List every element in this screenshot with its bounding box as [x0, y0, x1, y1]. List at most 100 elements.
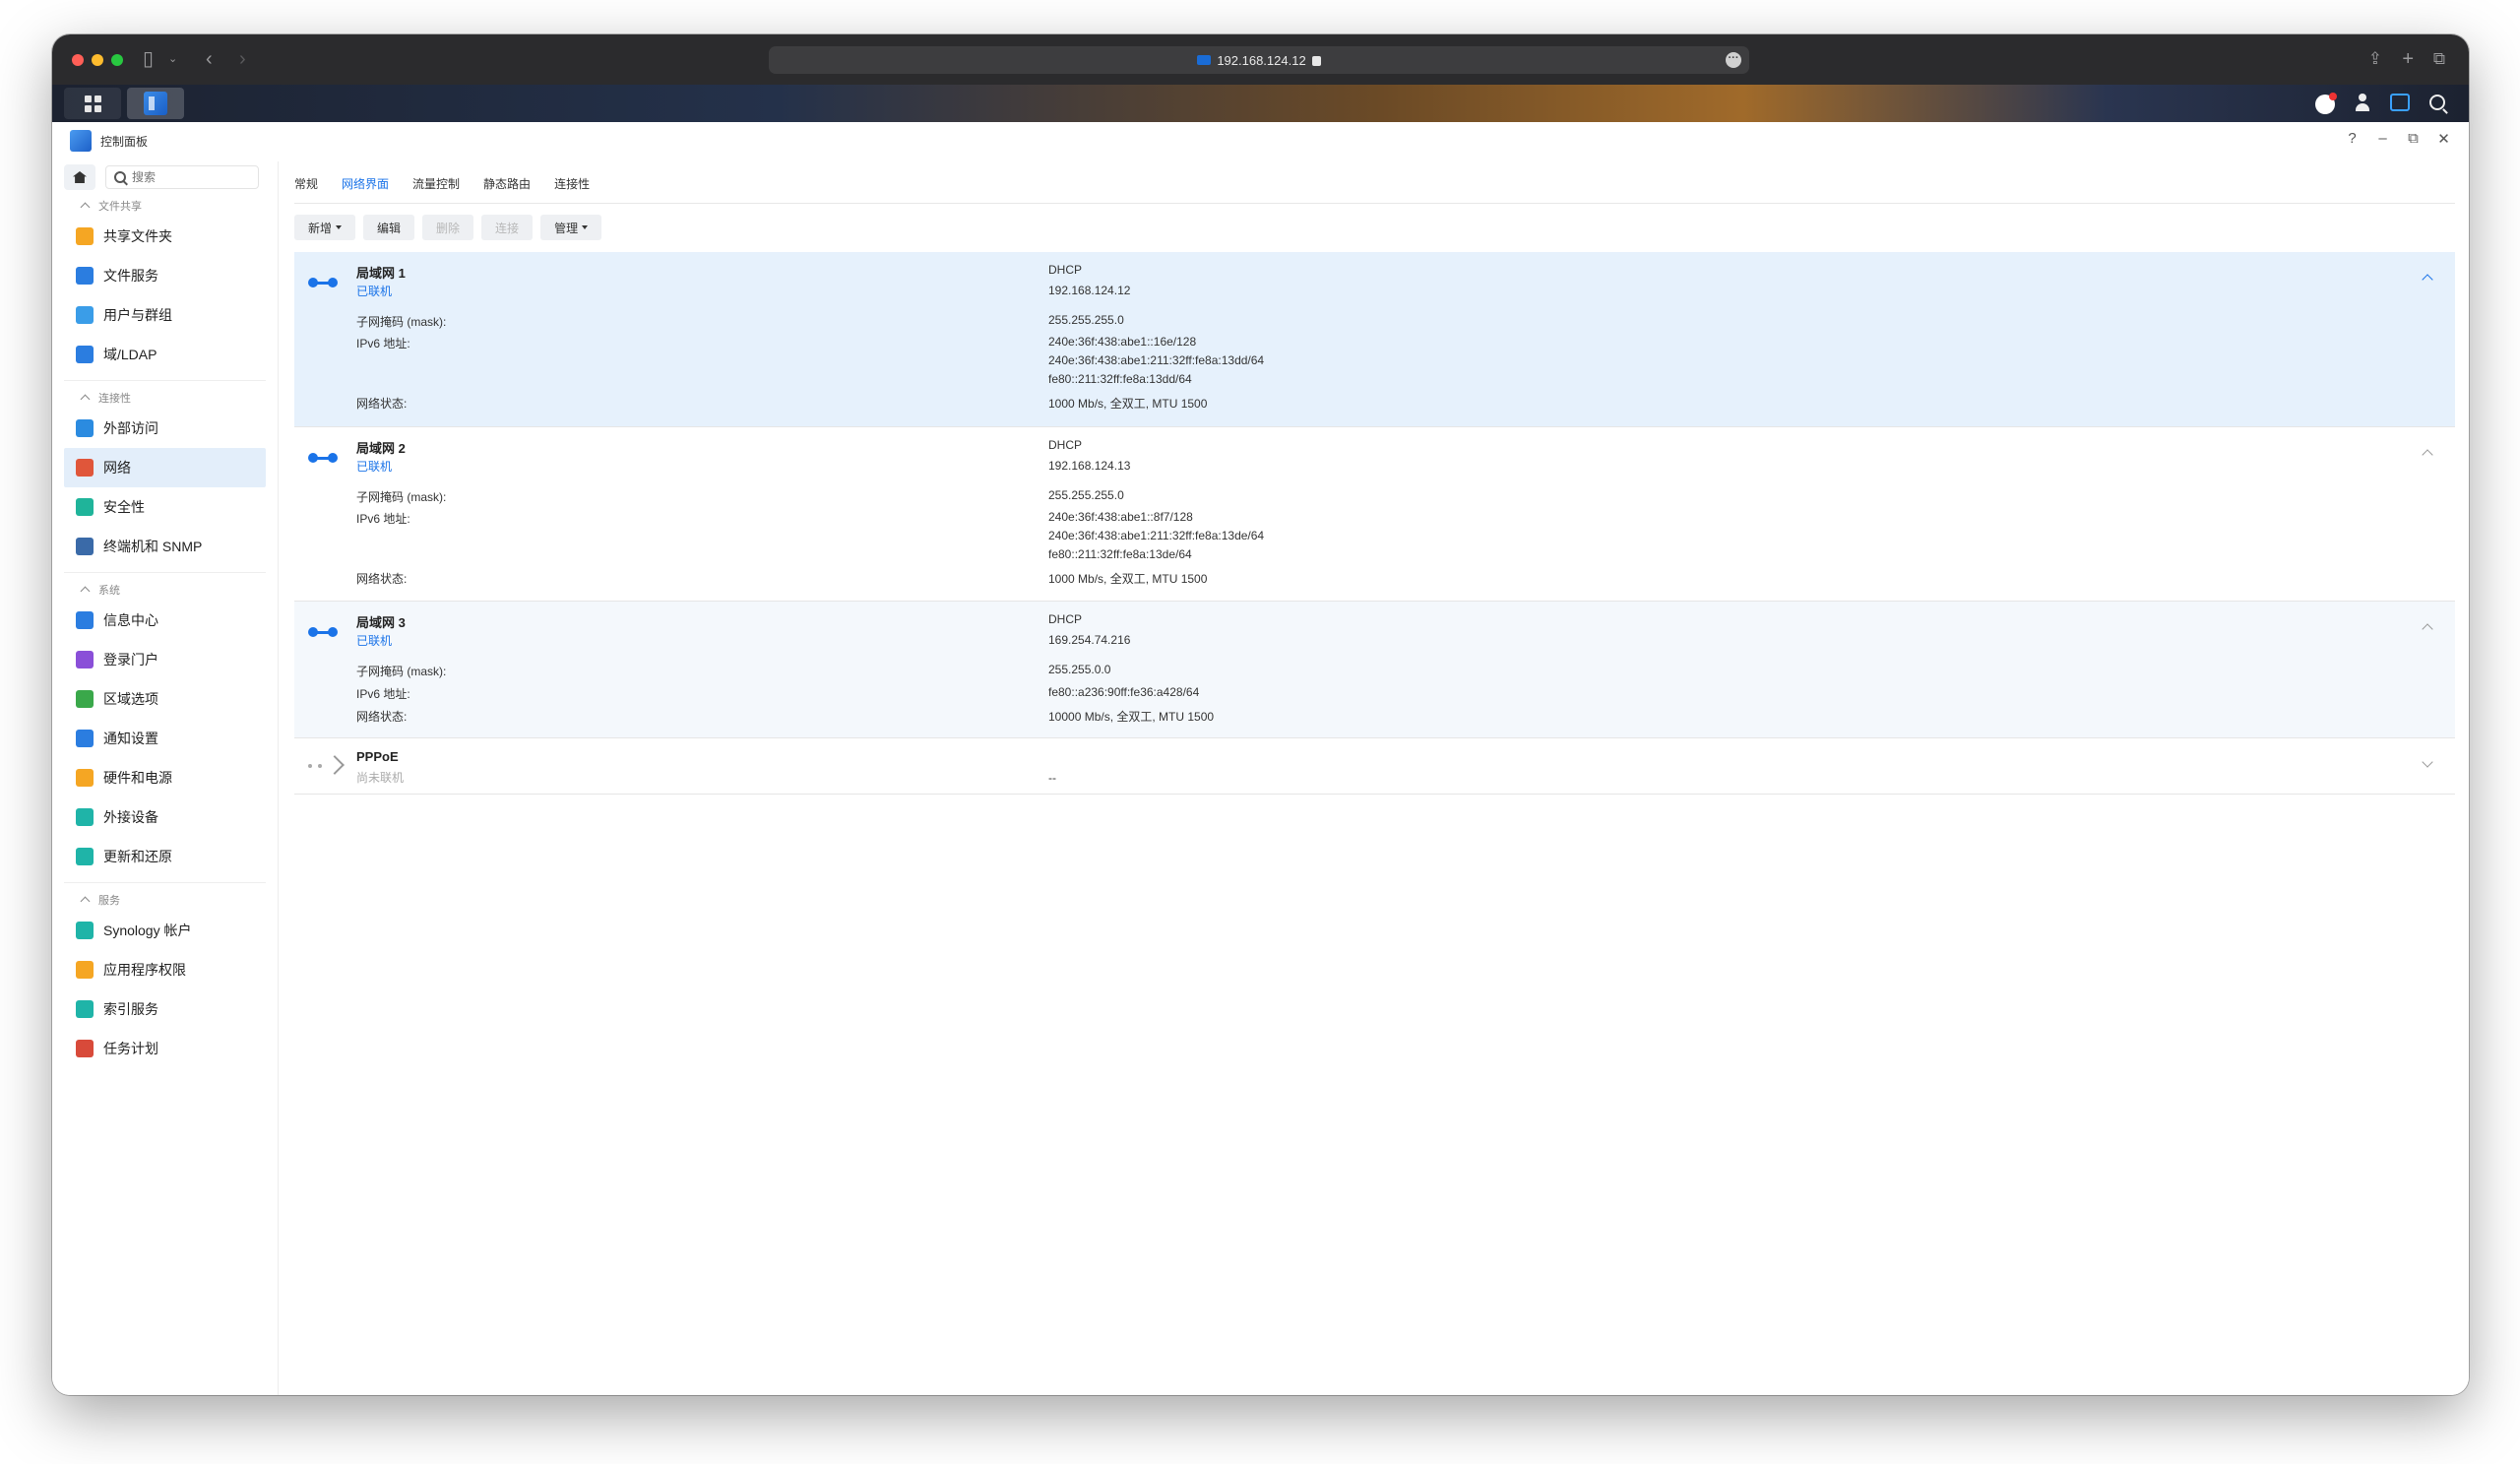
interface-row-lan2[interactable]: 局域网 2 已联机 子网掩码 (mask): IPv6 地址: 网络状态: DH…	[294, 427, 2455, 602]
info-icon	[76, 611, 94, 629]
help-button[interactable]: ?	[2345, 130, 2360, 148]
sidebar-item[interactable]: 索引服务	[52, 989, 278, 1029]
sidebar-item-label: 信息中心	[103, 612, 158, 628]
window-title-bar: 控制面板	[70, 130, 148, 152]
edit-button[interactable]: 编辑	[363, 215, 415, 240]
sidebar-item-label: 应用程序权限	[103, 962, 186, 978]
sidebar-item-label: 外接设备	[103, 809, 158, 825]
sidebar-section-title: 连接性	[98, 393, 131, 405]
search-input[interactable]	[132, 170, 240, 184]
sidebar-section-header[interactable]: 服务	[52, 889, 278, 911]
net-status-value: 1000 Mb/s, 全双工, MTU 1500	[1048, 572, 1208, 586]
sidebar: 文件共享共享文件夹文件服务用户与群组域/LDAP 连接性外部访问网络安全性终端机和…	[52, 161, 279, 1395]
collapse-chevron-icon[interactable]	[2422, 274, 2433, 286]
tab[interactable]: 流量控制	[412, 175, 460, 192]
sidebar-item[interactable]: 安全性	[52, 487, 278, 527]
sidebar-item[interactable]: 应用程序权限	[52, 950, 278, 989]
search-icon	[114, 171, 126, 183]
sidebar-toggle-icon[interactable]: ▯	[143, 47, 154, 71]
ipv6-value: 240e:36f:438:abe1::16e/128	[1048, 335, 1197, 349]
connect-button[interactable]: 连接	[481, 215, 534, 240]
chat-bubble-icon	[2315, 93, 2337, 114]
sidebar-item[interactable]: 文件服务	[52, 256, 278, 295]
notifications-button[interactable]	[2313, 91, 2337, 114]
ipv6-label: IPv6 地址:	[356, 512, 410, 526]
sidebar-item[interactable]: 共享文件夹	[52, 217, 278, 256]
synology-account-icon	[76, 922, 94, 939]
sidebar-item[interactable]: 信息中心	[52, 601, 278, 640]
mask-value: 255.255.255.0	[1048, 313, 1124, 327]
sidebar-item[interactable]: 用户与群组	[52, 295, 278, 335]
sidebar-section-header[interactable]: 连接性	[52, 387, 278, 409]
index-service-icon	[76, 1000, 94, 1018]
interface-row-lan3[interactable]: 局域网 3 已联机 子网掩码 (mask): IPv6 地址: 网络状态: DH…	[294, 602, 2455, 738]
sidebar-item[interactable]: 更新和还原	[52, 837, 278, 876]
share-icon[interactable]: ⇪	[2368, 47, 2382, 71]
tab[interactable]: 网络界面	[342, 175, 389, 192]
net-status-value: 1000 Mb/s, 全双工, MTU 1500	[1048, 397, 1208, 411]
close-button[interactable]: ✕	[2436, 130, 2451, 148]
user-menu-button[interactable]	[2351, 91, 2374, 114]
search-button[interactable]	[2426, 91, 2449, 114]
delete-label: 删除	[436, 221, 461, 235]
taskbar-control-panel-button[interactable]	[127, 88, 184, 119]
sidebar-item-label: 外部访问	[103, 420, 158, 436]
address-text: 192.168.124.12	[1217, 52, 1306, 68]
sidebar-item[interactable]: 区域选项	[52, 679, 278, 719]
sidebar-item[interactable]: 任务计划	[52, 1029, 278, 1068]
sidebar-item[interactable]: 终端机和 SNMP	[52, 527, 278, 566]
tab[interactable]: 常规	[294, 175, 318, 192]
sidebar-item[interactable]: 外接设备	[52, 797, 278, 837]
chevron-down-icon[interactable]: ⌄	[168, 47, 177, 71]
sidebar-item[interactable]: 网络	[64, 448, 266, 487]
delete-button[interactable]: 删除	[422, 215, 474, 240]
sidebar-item[interactable]: 通知设置	[52, 719, 278, 758]
sidebar-section-title: 文件共享	[98, 201, 142, 213]
minimize-button[interactable]: –	[2375, 130, 2390, 148]
sidebar-search[interactable]	[105, 165, 259, 189]
sidebar-item-label: 网络	[103, 460, 131, 476]
restore-button[interactable]: ⧉	[2406, 130, 2421, 148]
collapse-chevron-icon[interactable]	[2422, 449, 2433, 461]
expand-chevron-icon[interactable]	[2422, 756, 2433, 768]
interface-name: PPPoE	[356, 749, 399, 764]
interface-row-pppoe[interactable]: PPPoE 尚未联机 --	[294, 738, 2455, 795]
widgets-button[interactable]	[2388, 91, 2412, 114]
interface-status: 尚未联机	[356, 771, 405, 785]
chevron-up-icon	[80, 896, 91, 907]
create-label: 新增	[308, 221, 333, 235]
sidebar-sections: 文件共享共享文件夹 文件服务 用户与群组域/LDAP 连接性外部访问网络安全性 终端机和…	[52, 195, 278, 1068]
interface-row-lan1[interactable]: 局域网 1 已联机 子网掩码 (mask): IPv6 地址: 网络状态: DH…	[294, 252, 2455, 427]
sidebar-item[interactable]: 硬件和电源	[52, 758, 278, 797]
users-icon	[76, 306, 94, 324]
sidebar-item[interactable]: Synology 帐户	[52, 911, 278, 950]
collapse-chevron-icon[interactable]	[2422, 623, 2433, 635]
traffic-lights	[72, 54, 123, 66]
sidebar-item[interactable]: 外部访问	[52, 409, 278, 448]
sidebar-item[interactable]: 登录门户	[52, 640, 278, 679]
create-button[interactable]: 新增	[294, 215, 356, 240]
app-privilege-icon	[76, 961, 94, 979]
sidebar-item-label: 域/LDAP	[103, 347, 158, 362]
close-window-button[interactable]	[72, 54, 84, 66]
tab[interactable]: 静态路由	[483, 175, 531, 192]
sidebar-item[interactable]: 域/LDAP	[52, 335, 278, 374]
sidebar-section-header[interactable]: 系统	[52, 579, 278, 601]
ip-address: 169.254.74.216	[1048, 633, 1131, 647]
minimize-window-button[interactable]	[92, 54, 103, 66]
new-tab-icon[interactable]: +	[2402, 47, 2414, 71]
zoom-window-button[interactable]	[111, 54, 123, 66]
back-button[interactable]: ‹	[206, 47, 213, 71]
pppoe-value: --	[1048, 771, 1056, 785]
main-menu-button[interactable]	[64, 88, 121, 119]
tab-overview-icon[interactable]: ⧉	[2433, 47, 2445, 71]
tab[interactable]: 连接性	[554, 175, 590, 192]
edit-label: 编辑	[377, 221, 402, 235]
control-panel-icon	[70, 130, 92, 152]
more-options-icon[interactable]: ···	[1726, 52, 1741, 68]
manage-button[interactable]: 管理	[540, 215, 602, 240]
sidebar-section-header[interactable]: 文件共享	[52, 195, 278, 217]
address-bar[interactable]: 192.168.124.12 ···	[769, 46, 1749, 74]
home-button[interactable]	[64, 164, 95, 190]
forward-button[interactable]: ›	[239, 47, 246, 71]
